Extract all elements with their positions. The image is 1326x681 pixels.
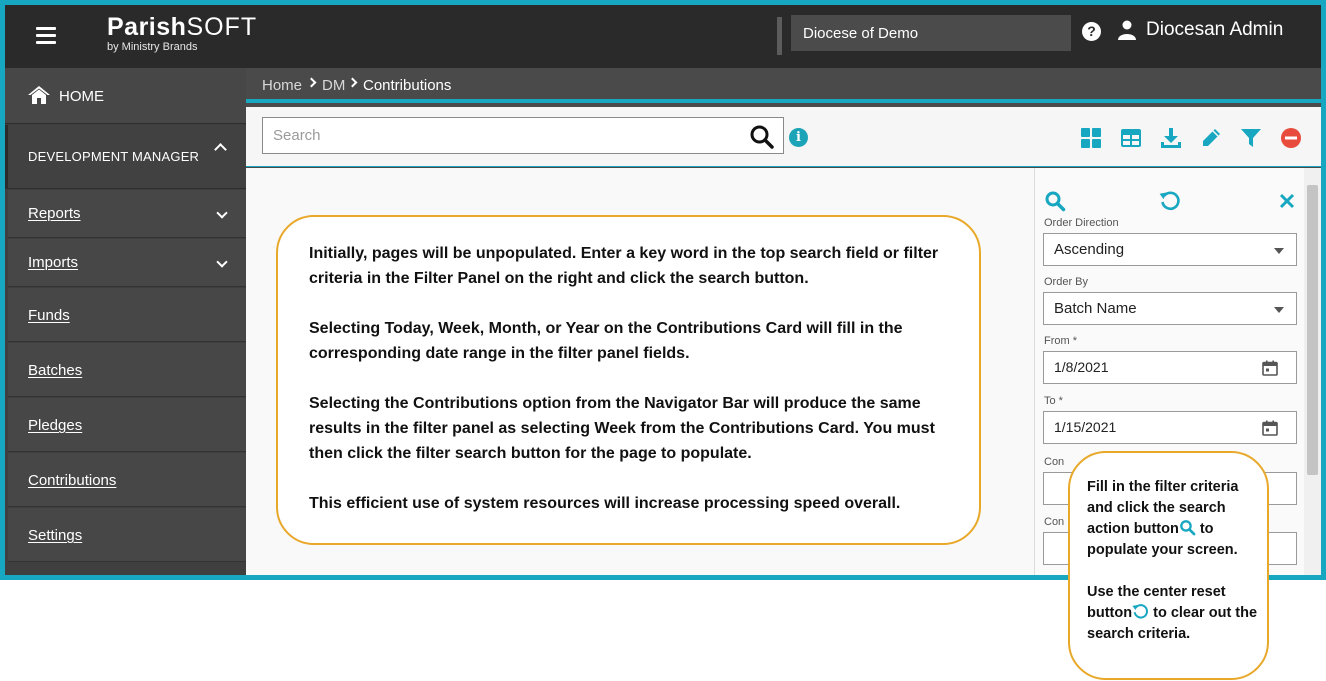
to-date-label: To *: [1044, 395, 1063, 407]
remove-icon[interactable]: [1280, 127, 1302, 149]
main-content: Initially, pages will be unpopulated. En…: [246, 168, 1034, 575]
to-date-field[interactable]: 1/15/2021: [1043, 411, 1297, 444]
callout-paragraph: Selecting the Contributions option from …: [309, 395, 935, 462]
calendar-icon[interactable]: [1262, 420, 1278, 436]
sidebar-item-funds[interactable]: Funds: [8, 288, 246, 342]
header-separator: [777, 17, 782, 55]
breadcrumb-dm[interactable]: DM: [322, 77, 345, 94]
chevron-up-icon: [214, 143, 227, 156]
sidebar-home-label: HOME: [59, 88, 104, 105]
callout-paragraph: Initially, pages will be unpopulated. En…: [309, 245, 939, 287]
sidebar-section-development-manager[interactable]: DEVELOPMENT MANAGER: [5, 125, 246, 189]
search-icon: [1179, 520, 1196, 536]
diocese-selector[interactable]: Diocese of Demo: [791, 15, 1071, 51]
chevron-down-icon: [216, 207, 228, 219]
chevron-down-icon: [216, 256, 228, 268]
breadcrumb-current: Contributions: [363, 77, 452, 94]
search-icon[interactable]: [749, 124, 775, 150]
from-date-field[interactable]: 1/8/2021: [1043, 351, 1297, 384]
search-box: [262, 117, 784, 154]
callout-paragraph: Selecting Today, Week, Month, or Year on…: [309, 320, 903, 362]
callout-paragraph: This efficient use of system resources w…: [309, 495, 901, 512]
parishsoft-logo[interactable]: ParishSOFT by Ministry Brands: [107, 14, 257, 53]
instruction-callout: Initially, pages will be unpopulated. En…: [276, 215, 981, 545]
search-input[interactable]: [263, 118, 743, 153]
filter-search-icon[interactable]: [1044, 190, 1066, 212]
constituent-label: Con: [1044, 516, 1065, 528]
edit-icon[interactable]: [1200, 127, 1222, 149]
table-view-icon[interactable]: [1120, 127, 1142, 149]
sidebar-item-settings[interactable]: Settings: [8, 508, 246, 562]
close-icon[interactable]: [1276, 190, 1298, 212]
info-icon[interactable]: i: [789, 128, 808, 147]
caret-down-icon: [1274, 248, 1284, 254]
filter-help-callout: Fill in the filter criteria and click th…: [1068, 451, 1269, 680]
sidebar-item-reports[interactable]: Reports: [8, 190, 246, 238]
chevron-right-icon: [347, 77, 358, 88]
reset-icon[interactable]: [1159, 190, 1181, 212]
filter-scrollbar-thumb[interactable]: [1307, 185, 1318, 475]
callout-paragraph: Use the center reset button to clear out…: [1087, 584, 1258, 642]
order-direction-select[interactable]: Ascending: [1043, 233, 1297, 266]
sidebar-item-imports[interactable]: Imports: [8, 239, 246, 287]
sidebar-item-home[interactable]: HOME: [5, 68, 246, 124]
callout-paragraph: Fill in the filter criteria and click th…: [1087, 479, 1239, 558]
breadcrumb-home[interactable]: Home: [262, 77, 302, 94]
hamburger-menu-icon[interactable]: [36, 27, 56, 45]
home-icon: [28, 86, 50, 104]
filter-icon[interactable]: [1240, 127, 1262, 149]
card-view-icon[interactable]: [1080, 127, 1102, 149]
calendar-icon[interactable]: [1262, 360, 1278, 376]
order-by-select[interactable]: Batch Name: [1043, 292, 1297, 325]
order-by-label: Order By: [1044, 276, 1089, 288]
caret-down-icon: [1274, 307, 1284, 313]
reset-icon: [1132, 604, 1149, 619]
breadcrumb: Home DM Contributions: [246, 68, 1321, 103]
sidebar-item-pledges[interactable]: Pledges: [8, 398, 246, 452]
toolbar: i: [246, 107, 1321, 167]
top-bar: ParishSOFT by Ministry Brands Diocese of…: [5, 5, 1321, 68]
download-icon[interactable]: [1160, 127, 1182, 149]
help-icon[interactable]: ?: [1082, 22, 1101, 41]
user-icon[interactable]: [1118, 20, 1136, 40]
constituent-label: Con: [1044, 456, 1065, 468]
from-date-label: From *: [1044, 335, 1077, 347]
sidebar: HOME DEVELOPMENT MANAGER Reports Imports…: [5, 68, 246, 575]
chevron-right-icon: [306, 77, 317, 88]
sidebar-item-batches[interactable]: Batches: [8, 343, 246, 397]
sidebar-item-contributions[interactable]: Contributions: [8, 453, 246, 507]
order-direction-label: Order Direction: [1044, 217, 1119, 229]
sidebar-section-label: DEVELOPMENT MANAGER: [28, 149, 200, 164]
user-name[interactable]: Diocesan Admin: [1146, 19, 1283, 41]
